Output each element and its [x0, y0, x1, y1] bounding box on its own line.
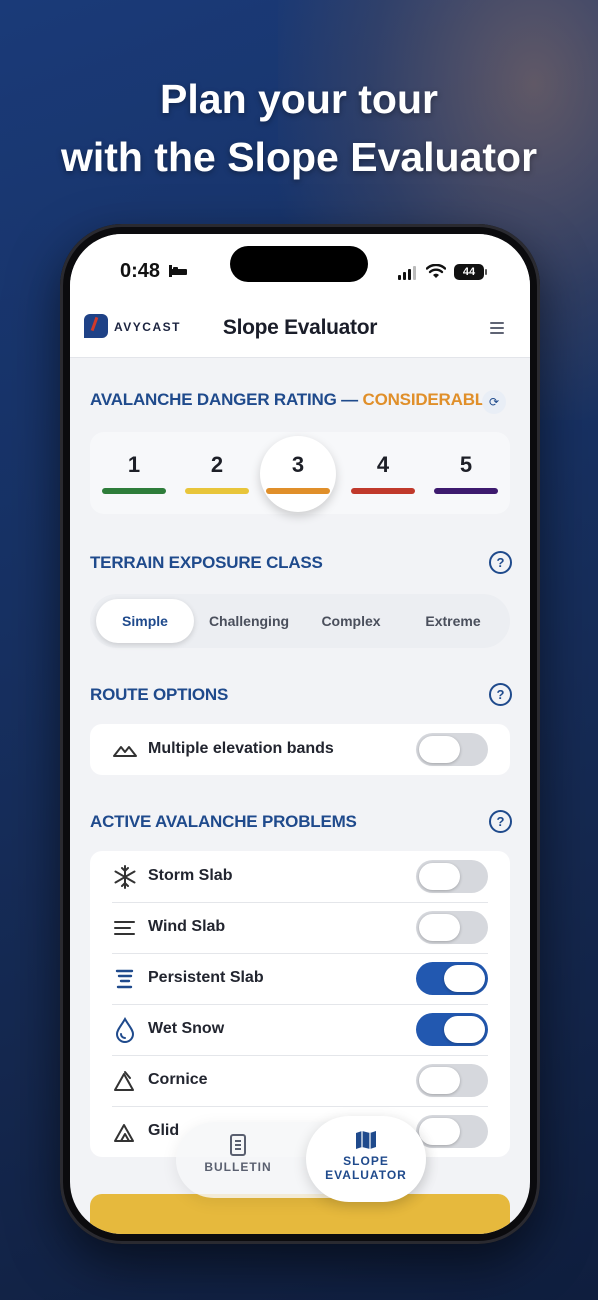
- tab-slope-evaluator[interactable]: SLOPE EVALUATOR: [306, 1116, 426, 1202]
- route-help-icon[interactable]: ?: [489, 683, 512, 706]
- danger-level-bar: [351, 488, 415, 494]
- avalanche-problems-card: Storm Slab Wind Slab Persistent Slab Wet…: [90, 851, 510, 1157]
- document-icon: [230, 1134, 246, 1156]
- danger-level-bar: [266, 488, 330, 494]
- wind-lines-icon: [114, 921, 135, 935]
- avalanche-problems-heading: ACTIVE AVALANCHE PROBLEMS: [90, 812, 357, 831]
- promo-line-1: Plan your tour: [160, 76, 438, 122]
- problem-label: Wind Slab: [148, 918, 226, 935]
- tab-slope-label-line2: EVALUATOR: [325, 1168, 407, 1182]
- problem-label: Glid: [148, 1122, 180, 1139]
- hamburger-menu-icon[interactable]: [490, 322, 504, 337]
- terrain-heading: TERRAIN EXPOSURE CLASS: [90, 553, 323, 572]
- evaluate-button[interactable]: [90, 1194, 510, 1234]
- danger-rating-value: CONSIDERABLE: [362, 390, 497, 409]
- danger-level-5[interactable]: 5: [428, 442, 504, 506]
- tab-bulletin[interactable]: BULLETIN: [188, 1134, 288, 1174]
- wind-slab-toggle[interactable]: [416, 911, 488, 944]
- layers-icon: [115, 969, 134, 989]
- sleep-focus-icon: [169, 265, 187, 277]
- dynamic-island: [230, 246, 368, 282]
- problem-label: Persistent Slab: [148, 969, 264, 986]
- danger-level-label: 3: [291, 452, 305, 477]
- glide-toggle[interactable]: [416, 1115, 488, 1148]
- danger-rating-title: AVALANCHE DANGER RATING: [90, 390, 337, 409]
- promo-line-2: with the Slope Evaluator: [60, 134, 538, 180]
- storm-slab-toggle[interactable]: [416, 860, 488, 893]
- problem-label: Wet Snow: [148, 1020, 225, 1037]
- terrain-class-selector: Simple Challenging Complex Extreme: [90, 594, 510, 648]
- route-options-heading: ROUTE OPTIONS: [90, 685, 229, 704]
- terrain-option-complex[interactable]: Complex: [302, 599, 400, 643]
- terrain-option-extreme[interactable]: Extreme: [404, 599, 502, 643]
- list-item[interactable]: Cornice: [90, 1055, 510, 1106]
- list-item[interactable]: Wind Slab: [90, 902, 510, 953]
- map-icon: [356, 1131, 376, 1149]
- tab-slope-label-line1: SLOPE: [343, 1154, 389, 1168]
- list-item[interactable]: Persistent Slab: [90, 953, 510, 1004]
- danger-level-label: 5: [459, 452, 473, 477]
- wet-snow-toggle[interactable]: [416, 1013, 488, 1046]
- list-item[interactable]: Storm Slab: [90, 851, 510, 902]
- danger-level-bar: [102, 488, 166, 494]
- danger-rating-heading: AVALANCHE DANGER RATING — CONSIDERABLE: [90, 390, 496, 410]
- wifi-icon: [426, 264, 446, 278]
- problem-label: Storm Slab: [148, 867, 233, 884]
- terrain-option-simple[interactable]: Simple: [96, 599, 194, 643]
- route-options-card: Multiple elevation bands: [90, 724, 510, 775]
- multiple-elevation-toggle[interactable]: [416, 733, 488, 766]
- phone-screen: 0:48 44 AVYCAST Slope Evaluator AVALANCH…: [70, 234, 530, 1234]
- route-option-label: Multiple elevation bands: [148, 740, 334, 757]
- terrain-option-challenging[interactable]: Challenging: [200, 599, 298, 643]
- problem-label: Cornice: [148, 1071, 208, 1088]
- tab-bulletin-label: BULLETIN: [204, 1160, 272, 1174]
- mountains-icon: [113, 746, 137, 757]
- app-header: AVYCAST Slope Evaluator: [70, 300, 530, 358]
- status-time: 0:48: [120, 260, 161, 282]
- danger-level-bar: [185, 488, 249, 494]
- problems-help-icon[interactable]: ?: [489, 810, 512, 833]
- danger-rating-separator: —: [341, 390, 358, 409]
- snowflake-icon: [114, 865, 136, 889]
- cornice-icon: [114, 1071, 134, 1091]
- status-bar: 0:48 44: [70, 234, 530, 300]
- danger-level-label: 2: [210, 452, 224, 477]
- danger-level-4[interactable]: 4: [345, 442, 421, 506]
- cellular-signal-icon: [398, 266, 416, 280]
- droplet-icon: [115, 1017, 135, 1043]
- battery-icon: 44: [454, 264, 487, 280]
- persistent-slab-toggle[interactable]: [416, 962, 488, 995]
- danger-level-3[interactable]: 3: [260, 436, 336, 512]
- danger-rating-selector: 1 2 3 4 5: [90, 432, 510, 514]
- danger-level-label: 4: [376, 452, 390, 477]
- terrain-help-icon[interactable]: ?: [489, 551, 512, 574]
- promo-headline: Plan your tour with the Slope Evaluator: [0, 70, 598, 186]
- phone-frame: 0:48 44 AVYCAST Slope Evaluator AVALANCH…: [60, 224, 540, 1244]
- danger-level-bar: [434, 488, 498, 494]
- list-item[interactable]: Wet Snow: [90, 1004, 510, 1055]
- list-item[interactable]: Multiple elevation bands: [90, 724, 510, 775]
- refresh-icon[interactable]: ⟳: [482, 390, 506, 414]
- glide-icon: [114, 1124, 134, 1142]
- danger-level-label: 1: [127, 452, 141, 477]
- page-title: Slope Evaluator: [222, 316, 378, 339]
- danger-level-1[interactable]: 1: [96, 442, 172, 506]
- cornice-toggle[interactable]: [416, 1064, 488, 1097]
- danger-level-2[interactable]: 2: [179, 442, 255, 506]
